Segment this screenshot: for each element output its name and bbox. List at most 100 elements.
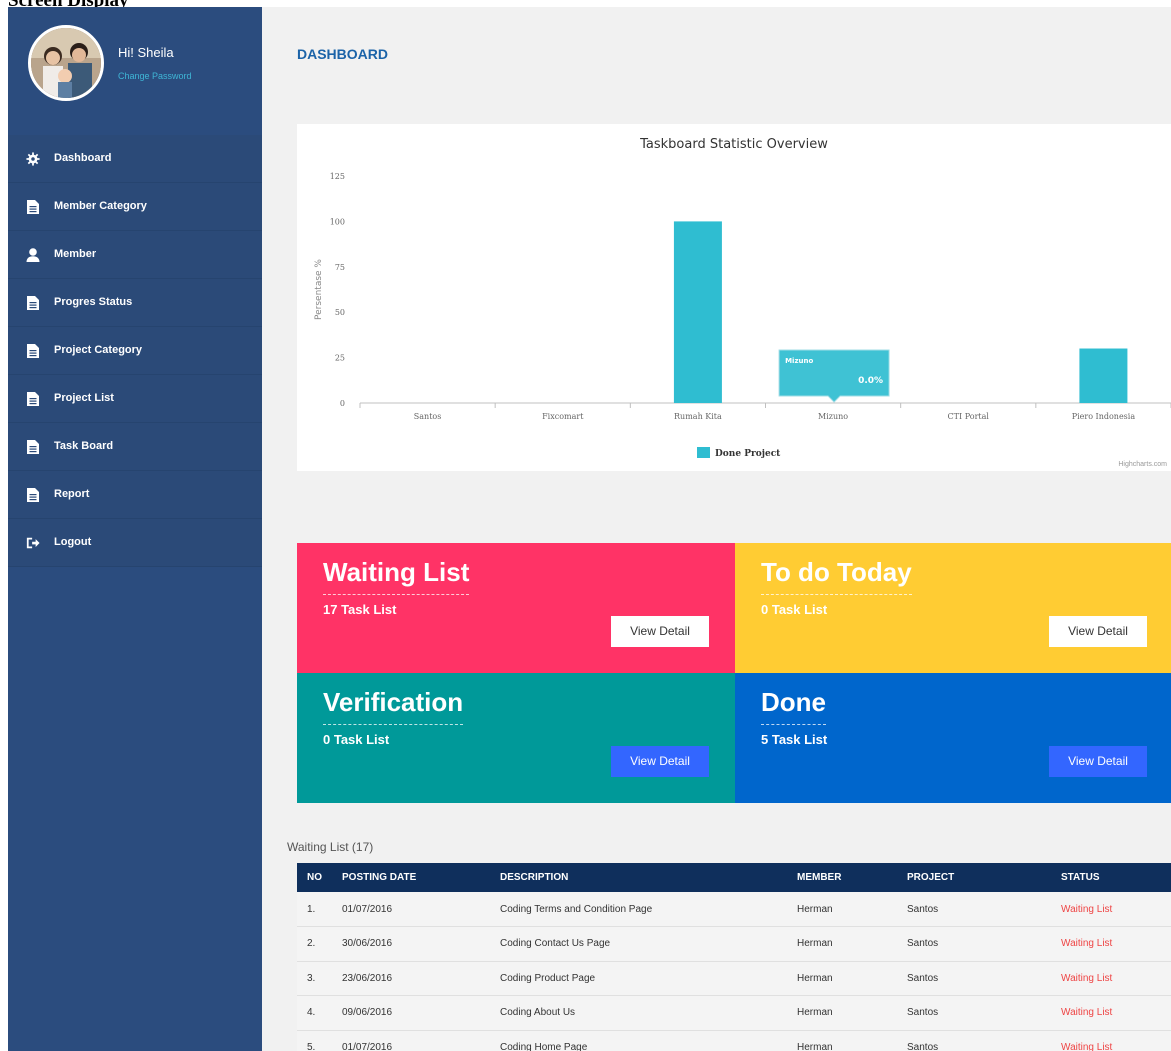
sidebar-item-logout[interactable]: Logout — [8, 519, 262, 567]
column-header-status: STATUS — [1051, 863, 1171, 892]
sidebar-item-label: Project Category — [54, 344, 143, 356]
y-axis-label: Persentase % — [314, 259, 324, 320]
legend-label: Done Project — [715, 449, 781, 459]
cell-description: Coding Terms and Condition Page — [490, 892, 787, 927]
cell-description: Coding Product Page — [490, 961, 787, 996]
table-row[interactable]: 1. 01/07/2016 Coding Terms and Condition… — [297, 892, 1171, 927]
tile-done: Done 5 Task List View Detail — [735, 673, 1171, 803]
table-row[interactable]: 2. 30/06/2016 Coding Contact Us Page Her… — [297, 926, 1171, 962]
tile-count: 0 Task List — [761, 602, 828, 617]
sidebar-item-progres-status[interactable]: Progres Status — [8, 279, 262, 327]
chart-svg: Taskboard Statistic Overview Persentase %… — [314, 137, 1171, 459]
sidebar-item-label: Project List — [54, 392, 114, 404]
table-row[interactable]: 3. 23/06/2016 Coding Product Page Herman… — [297, 961, 1171, 996]
cell-project: Santos — [897, 995, 1051, 1031]
table-row[interactable]: 5. 01/07/2016 Coding Home Page Herman Sa… — [297, 1030, 1171, 1051]
cell-posting-date: 01/07/2016 — [332, 892, 490, 927]
waiting-list-title: Waiting List (17) — [287, 840, 374, 854]
status-tiles: Waiting List 17 Task List View Detail To… — [297, 543, 1171, 803]
x-tick-label: Fixcomart — [542, 412, 584, 421]
table-row[interactable]: 4. 09/06/2016 Coding About Us Herman San… — [297, 995, 1171, 1031]
sidebar-item-label: Task Board — [54, 440, 114, 452]
tile-to-do-today: To do Today 0 Task List View Detail — [735, 543, 1171, 673]
sidebar-item-label: Logout — [54, 536, 92, 548]
sidebar-item-label: Report — [54, 488, 90, 500]
cell-status: Waiting List — [1051, 961, 1171, 996]
cell-member: Herman — [787, 926, 897, 962]
sidebar-item-member[interactable]: Member — [8, 231, 262, 279]
tile-title: Waiting List — [323, 557, 470, 595]
x-tick-label: Santos — [414, 412, 442, 421]
cell-project: Santos — [897, 1030, 1051, 1051]
document-icon — [27, 200, 39, 214]
sidebar-item-report[interactable]: Report — [8, 471, 262, 519]
tile-title: Verification — [323, 687, 464, 725]
avatar[interactable] — [28, 25, 104, 101]
tile-count: 17 Task List — [323, 602, 397, 617]
tile-verification: Verification 0 Task List View Detail — [297, 673, 735, 803]
view-detail-button[interactable]: View Detail — [611, 616, 709, 647]
cell-posting-date: 09/06/2016 — [332, 995, 490, 1031]
cell-project: Santos — [897, 961, 1051, 996]
tile-title: Done — [761, 687, 826, 725]
y-tick-label: 75 — [335, 263, 345, 272]
view-detail-button[interactable]: View Detail — [1049, 746, 1147, 777]
statistic-chart: Taskboard Statistic Overview Persentase %… — [297, 124, 1171, 471]
document-icon — [27, 392, 39, 406]
main-content: DASHBOARD Taskboard Statistic Overview Pe… — [262, 7, 1171, 1051]
change-password-link[interactable]: Change Password — [118, 71, 192, 81]
sidebar-item-dashboard[interactable]: Dashboard — [8, 135, 262, 183]
cell-member: Herman — [787, 892, 897, 927]
column-header-description: DESCRIPTION — [490, 863, 787, 892]
cell-project: Santos — [897, 926, 1051, 962]
document-icon — [27, 488, 39, 502]
chart-title: Taskboard Statistic Overview — [639, 137, 828, 152]
cell-description: Coding Contact Us Page — [490, 926, 787, 962]
tooltip-value: 0.0% — [858, 376, 883, 386]
sidebar-item-label: Dashboard — [54, 152, 112, 164]
cell-status: Waiting List — [1051, 892, 1171, 927]
sidebar-item-member-category[interactable]: Member Category — [8, 183, 262, 231]
view-detail-button[interactable]: View Detail — [611, 746, 709, 777]
document-icon — [27, 440, 39, 454]
tile-waiting-list: Waiting List 17 Task List View Detail — [297, 543, 735, 673]
document-icon — [27, 296, 39, 310]
chart-credits[interactable]: Highcharts.com — [1118, 461, 1167, 468]
sidebar-item-project-category[interactable]: Project Category — [8, 327, 262, 375]
x-tick-label: Piero Indonesia — [1072, 412, 1136, 421]
x-tick-label: CTI Portal — [948, 412, 990, 421]
column-header-project: PROJECT — [897, 863, 1051, 892]
cell-posting-date: 30/06/2016 — [332, 926, 490, 962]
user-icon — [26, 248, 40, 262]
column-header-no: NO — [297, 863, 332, 892]
sidebar-item-task-board[interactable]: Task Board — [8, 423, 262, 471]
cell-no: 5. — [297, 1030, 332, 1051]
cell-posting-date: 01/07/2016 — [332, 1030, 490, 1051]
cell-status: Waiting List — [1051, 1030, 1171, 1051]
y-tick-label: 100 — [330, 217, 345, 226]
user-profile: Hi! Sheila Change Password — [8, 7, 262, 135]
cell-status: Waiting List — [1051, 926, 1171, 962]
view-detail-button[interactable]: View Detail — [1049, 616, 1147, 647]
cell-status: Waiting List — [1051, 995, 1171, 1031]
tooltip-category: Mizuno — [785, 357, 813, 365]
column-header-member: MEMBER — [787, 863, 897, 892]
y-tick-label: 125 — [330, 172, 345, 181]
document-icon — [27, 344, 39, 358]
legend-swatch — [697, 447, 710, 458]
x-tick-label: Mizuno — [818, 412, 848, 421]
gear-icon — [26, 152, 40, 166]
cell-description: Coding About Us — [490, 995, 787, 1031]
sidebar-item-project-list[interactable]: Project List — [8, 375, 262, 423]
y-tick-label: 25 — [335, 354, 345, 363]
tile-count: 0 Task List — [323, 732, 390, 747]
cell-no: 1. — [297, 892, 332, 927]
user-greeting: Hi! Sheila — [118, 45, 174, 60]
sidebar-item-label: Member — [54, 248, 97, 260]
page-title: DASHBOARD — [297, 46, 388, 62]
cell-member: Herman — [787, 995, 897, 1031]
cell-description: Coding Home Page — [490, 1030, 787, 1051]
table-header-row: NO POSTING DATE DESCRIPTION MEMBER PROJE… — [297, 863, 1171, 892]
avatar-photo-icon — [31, 28, 101, 98]
tile-count: 5 Task List — [761, 732, 828, 747]
